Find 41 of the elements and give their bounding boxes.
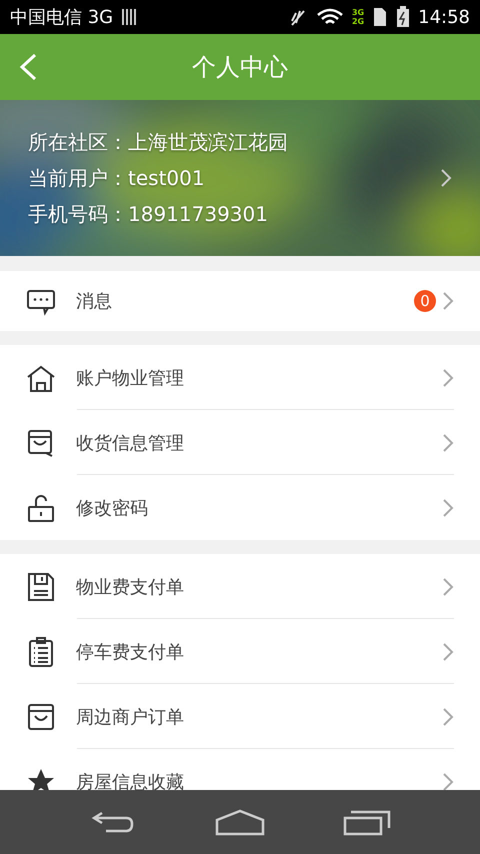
menu-label: 物业费支付单	[76, 576, 185, 598]
padlock-icon	[26, 492, 56, 522]
chevron-icon	[442, 291, 454, 311]
chevron-icon	[442, 432, 454, 452]
chevron-icon	[442, 706, 454, 726]
network-type-text: 3G 2G	[352, 8, 364, 26]
clipboard-icon	[26, 636, 56, 666]
bag-icon	[26, 702, 56, 732]
chevron-icon	[442, 368, 454, 388]
signal-icon	[121, 8, 138, 26]
menu-item[interactable]: 修改密码	[0, 475, 480, 540]
profile-card[interactable]: 所在社区：上海世茂滨江花园 当前用户：test001 手机号码：18911739301	[0, 100, 480, 256]
battery-icon	[396, 6, 410, 28]
carrier-text: 中国电信 3G	[10, 6, 114, 29]
chevron-icon	[442, 772, 454, 790]
menu-label: 停车费支付单	[76, 640, 185, 664]
page-title: 个人中心	[192, 52, 288, 83]
menu-label: 消息	[76, 290, 113, 313]
menu-item[interactable]: 账户物业管理	[0, 345, 480, 410]
menu-label: 修改密码	[76, 496, 149, 520]
profile-info-text: 当前用户：test001	[28, 165, 206, 191]
profile-info-text: 所在社区：上海世茂滨江花园	[28, 129, 289, 155]
menu-label: 周边商户订单	[76, 706, 185, 728]
menu-item[interactable]: 物业费支付单	[0, 554, 480, 619]
chevron-icon	[440, 168, 452, 188]
menu-item[interactable]: 停车费支付单	[0, 619, 480, 684]
menu-item[interactable]: 房屋信息收藏	[0, 749, 480, 790]
star-icon	[26, 766, 56, 790]
menu-label: 收货信息管理	[76, 432, 185, 454]
menu-item[interactable]: 周边商户订单	[0, 684, 480, 749]
sim-icon	[372, 7, 388, 27]
menu-label: 账户物业管理	[76, 366, 185, 390]
chevron-icon	[442, 576, 454, 596]
profile-info-text: 手机号码：18911739301	[28, 201, 269, 227]
menu-item[interactable]: 收货信息管理	[0, 410, 480, 475]
menu-item[interactable]: 消息 0	[0, 271, 480, 331]
menu-label: 房屋信息收藏	[76, 770, 185, 790]
clock-text: 14:58	[418, 6, 470, 28]
chevron-icon	[442, 498, 454, 518]
chevron-icon	[442, 642, 454, 662]
count-badge: 0	[414, 290, 436, 312]
